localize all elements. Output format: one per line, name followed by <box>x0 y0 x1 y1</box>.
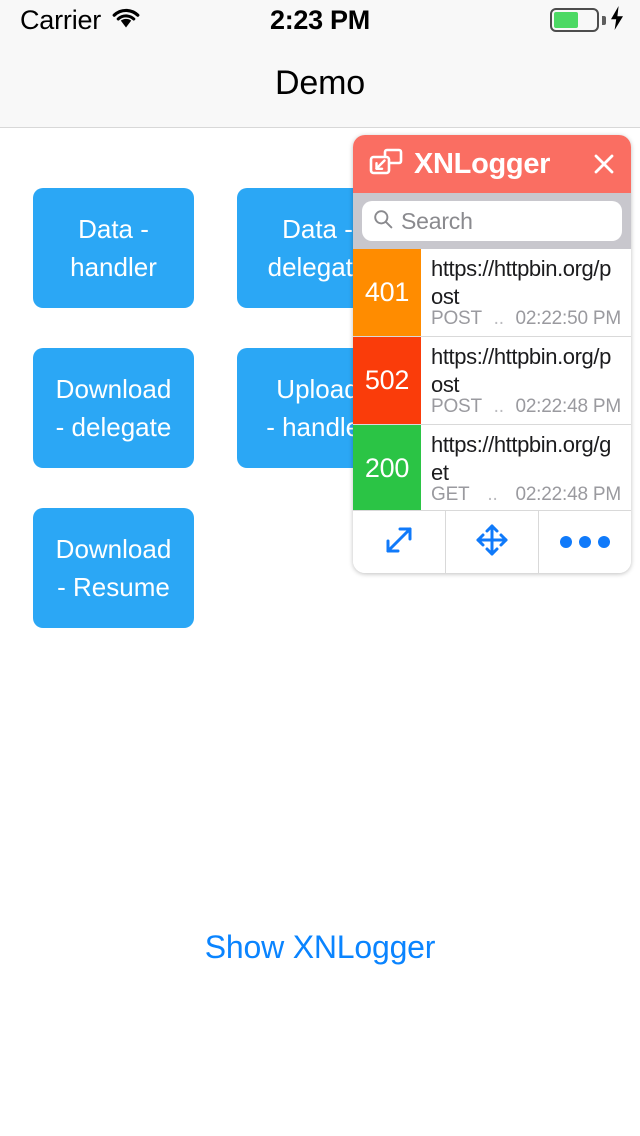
lightning-bolt-icon <box>610 5 624 35</box>
table-row[interactable]: 502 https://httpbin.org/post POST .. 02:… <box>353 337 631 425</box>
status-bar-right <box>550 0 624 40</box>
request-time: 02:22:50 PM <box>515 308 621 329</box>
xnlogger-title: XNLogger <box>414 147 551 180</box>
status-bar: Carrier 2:23 PM <box>0 0 640 40</box>
log-row-meta: POST .. 02:22:48 PM <box>431 396 621 424</box>
log-row-body: https://httpbin.org/post POST .. 02:22:5… <box>421 249 631 336</box>
move-arrows-icon <box>475 523 509 562</box>
battery-cap-icon <box>602 15 606 25</box>
status-badge: 401 <box>353 249 421 336</box>
xnlogger-header: XNLogger <box>353 135 631 193</box>
clock-label: 2:23 PM <box>270 4 370 35</box>
download-resume-button[interactable]: Download - Resume <box>33 508 194 628</box>
move-button[interactable] <box>445 511 538 573</box>
close-icon[interactable] <box>591 151 617 177</box>
request-time: 02:22:48 PM <box>515 396 621 417</box>
http-method: POST <box>431 396 482 417</box>
search-bar-container: Search <box>353 193 631 249</box>
more-dots-icon <box>560 536 610 548</box>
xnlogger-panel[interactable]: XNLogger Search 401 https://httpbin.org/… <box>353 135 631 573</box>
meta-separator: .. <box>493 396 504 417</box>
search-icon <box>373 209 393 234</box>
search-placeholder: Search <box>401 207 473 234</box>
status-badge: 502 <box>353 337 421 424</box>
request-url: https://httpbin.org/post <box>431 344 611 396</box>
restore-window-icon[interactable] <box>369 148 403 181</box>
http-method: POST <box>431 308 482 329</box>
log-row-meta: GET .. 02:22:48 PM <box>431 484 621 510</box>
table-row[interactable]: 200 https://httpbin.org/get GET .. 02:22… <box>353 425 631 510</box>
log-row-meta: POST .. 02:22:50 PM <box>431 308 621 336</box>
request-url: https://httpbin.org/post <box>431 256 611 308</box>
xnlogger-toolbar <box>353 510 631 573</box>
more-button[interactable] <box>538 511 631 573</box>
download-delegate-button[interactable]: Download - delegate <box>33 348 194 468</box>
status-bar-center: 2:23 PM <box>0 0 640 40</box>
battery-fill <box>554 12 578 28</box>
search-input[interactable]: Search <box>362 201 622 241</box>
request-time: 02:22:48 PM <box>515 484 621 505</box>
show-xnlogger-link[interactable]: Show XNLogger <box>0 929 640 966</box>
request-url: https://httpbin.org/get <box>431 432 611 484</box>
meta-separator: .. <box>493 308 504 329</box>
table-row[interactable]: 401 https://httpbin.org/post POST .. 02:… <box>353 249 631 337</box>
log-row-body: https://httpbin.org/post POST .. 02:22:4… <box>421 337 631 424</box>
status-badge: 200 <box>353 425 421 510</box>
log-row-body: https://httpbin.org/get GET .. 02:22:48 … <box>421 425 631 510</box>
http-method: GET <box>431 484 470 505</box>
log-list[interactable]: 401 https://httpbin.org/post POST .. 02:… <box>353 249 631 510</box>
resize-diagonal-icon <box>382 523 416 562</box>
resize-button[interactable] <box>353 511 445 573</box>
battery-icon <box>550 8 599 32</box>
navigation-bar: Demo <box>0 40 640 128</box>
meta-separator: .. <box>487 484 498 505</box>
data-handler-button[interactable]: Data - handler <box>33 188 194 308</box>
page-title: Demo <box>275 64 365 102</box>
